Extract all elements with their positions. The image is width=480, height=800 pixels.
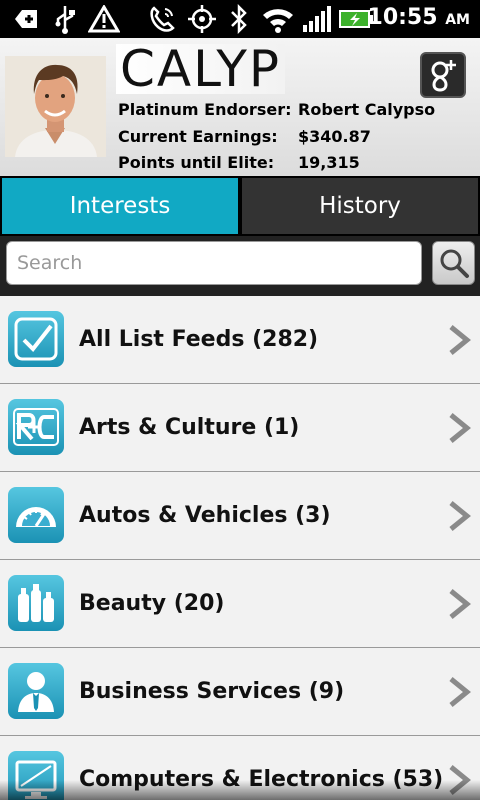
earnings-label: Current Earnings:: [118, 127, 278, 146]
search-icon: [440, 249, 469, 278]
warning-icon: [88, 4, 120, 34]
businessman-icon: [8, 663, 64, 719]
usb-icon: [52, 4, 78, 34]
profile-header: CALYP Platinum Endorser: Robert Calypso …: [0, 38, 480, 176]
wifi-icon: [261, 4, 295, 34]
brand-logo: CALYP: [116, 44, 286, 94]
endorser-value: Robert Calypso: [298, 100, 436, 119]
earnings-value: $340.87: [298, 127, 371, 146]
search-bar: [0, 236, 480, 296]
list-item-beauty[interactable]: Beauty (20): [0, 560, 480, 648]
tab-history[interactable]: History: [242, 178, 478, 234]
status-ampm: AM: [445, 12, 470, 28]
list-item-arts-culture[interactable]: Arts & Culture (1): [0, 384, 480, 472]
signal-icon: [302, 4, 332, 34]
bluetooth-icon: [227, 4, 251, 34]
chevron-right-icon: [449, 501, 471, 531]
list-item-all-list-feeds[interactable]: All List Feeds (282): [0, 296, 480, 384]
checkmark-icon: [8, 311, 64, 367]
usb-notification-icon: [12, 4, 40, 34]
list-item-label: All List Feeds (282): [79, 327, 319, 352]
tab-interests[interactable]: Interests: [2, 178, 238, 234]
list-item-label: Autos & Vehicles (3): [79, 503, 331, 528]
chevron-right-icon: [449, 325, 471, 355]
status-clock: 10:55 AM: [368, 5, 470, 30]
status-bar: 10:55 AM: [0, 0, 480, 38]
list-item-label: Beauty (20): [79, 591, 225, 616]
status-time: 10:55: [367, 5, 438, 30]
call-forward-icon: [148, 4, 176, 34]
beauty-bottles-icon: [8, 575, 64, 631]
list-item-computers-electronics[interactable]: Computers & Electronics (53): [0, 736, 480, 800]
list-item-label: Computers & Electronics (53): [79, 767, 444, 792]
avatar[interactable]: [5, 56, 106, 157]
arts-culture-icon: [8, 399, 64, 455]
points-label: Points until Elite:: [118, 153, 275, 172]
category-list: All List Feeds (282) Arts & Culture (1) …: [0, 296, 480, 800]
speedometer-icon: [8, 487, 64, 543]
chevron-right-icon: [449, 413, 471, 443]
search-input[interactable]: [6, 241, 422, 285]
search-button[interactable]: [432, 241, 475, 285]
list-item-label: Business Services (9): [79, 679, 345, 704]
list-item-label: Arts & Culture (1): [79, 415, 300, 440]
monitor-icon: [8, 751, 64, 800]
tab-bar: Interests History: [0, 176, 480, 236]
chevron-right-icon: [449, 677, 471, 707]
points-value: 19,315: [298, 153, 360, 172]
gps-icon: [187, 4, 217, 34]
chevron-right-icon: [449, 589, 471, 619]
chevron-right-icon: [449, 765, 471, 795]
list-item-autos-vehicles[interactable]: Autos & Vehicles (3): [0, 472, 480, 560]
list-item-business-services[interactable]: Business Services (9): [0, 648, 480, 736]
endorser-label: Platinum Endorser:: [118, 100, 292, 119]
google-plus-icon[interactable]: [420, 52, 466, 98]
